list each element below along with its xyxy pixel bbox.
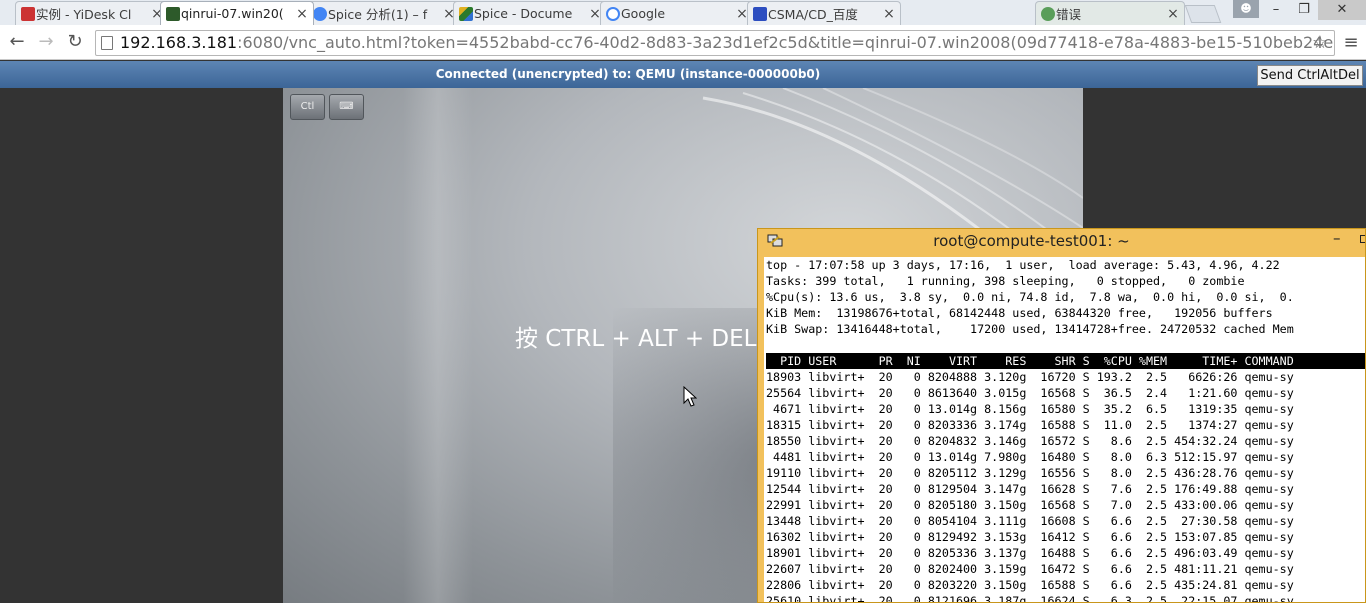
close-icon[interactable]: × — [295, 6, 309, 22]
url-host: 192.168.3.181 — [120, 33, 238, 52]
tab-spice-docs[interactable]: Spice - Docume × — [453, 1, 607, 25]
tab-spice-analysis[interactable]: Spice 分析(1) – f × — [307, 1, 461, 25]
keyboard-icon[interactable]: ⌨ — [329, 94, 364, 120]
new-tab-button[interactable] — [1184, 5, 1222, 23]
globe-icon — [313, 7, 327, 21]
process-row: 22607 libvirt+ 20 0 8202400 3.159g 16472… — [766, 562, 1294, 576]
tab-title: Google — [621, 6, 666, 21]
window-title: root@compute-test001: ~ — [933, 232, 1130, 250]
process-row: 25610 libvirt+ 20 0 8121696 3.187g 16624… — [766, 594, 1294, 603]
address-bar[interactable]: 192.168.3.181:6080/vnc_auto.html?token=4… — [95, 30, 1335, 56]
process-row: 18903 libvirt+ 20 0 8204888 3.120g 16720… — [766, 370, 1294, 384]
close-icon[interactable]: × — [882, 6, 896, 22]
send-ctrl-alt-del-button[interactable]: Send CtrlAltDel — [1257, 65, 1363, 86]
tab-strip: 实例 - YiDesk Cl × qinrui-07.win20( × Spic… — [0, 0, 1366, 25]
tab-error[interactable]: 错误 × — [1035, 1, 1185, 25]
wallpaper-streak — [403, 88, 473, 603]
process-row: 18901 libvirt+ 20 0 8205336 3.137g 16488… — [766, 546, 1294, 560]
top-summary: top - 17:07:58 up 3 days, 17:16, 1 user,… — [764, 257, 1365, 353]
bookmark-star-icon[interactable]: ☆ — [1312, 31, 1328, 55]
restore-button[interactable]: ❐ — [1290, 0, 1318, 20]
process-row: 25564 libvirt+ 20 0 8613640 3.015g 16568… — [766, 386, 1294, 400]
tab-google[interactable]: Google × — [600, 1, 754, 25]
close-icon[interactable]: × — [1166, 6, 1180, 22]
tab-novnc[interactable]: qinrui-07.win20( × — [160, 1, 314, 25]
menu-icon[interactable]: ≡ — [1340, 32, 1362, 54]
process-row: 18315 libvirt+ 20 0 8203336 3.174g 16588… — [766, 418, 1294, 432]
process-row: 4671 libvirt+ 20 0 13.014g 8.156g 16580 … — [766, 402, 1294, 416]
summary-line: top - 17:07:58 up 3 days, 17:16, 1 user,… — [766, 258, 1280, 272]
drive-icon — [459, 7, 473, 21]
process-row: 16302 libvirt+ 20 0 8129492 3.153g 16412… — [766, 530, 1294, 544]
forward-button[interactable]: → — [35, 32, 57, 54]
page-icon — [101, 36, 113, 50]
tab-title: 实例 - YiDesk Cl — [36, 7, 132, 22]
tab-csma[interactable]: CSMA/CD_百度 × — [747, 1, 901, 25]
ctl-button[interactable]: Ctl — [290, 94, 325, 120]
tab-title: Spice 分析(1) – f — [328, 7, 428, 22]
process-table: 18903 libvirt+ 20 0 8204888 3.120g 16720… — [764, 369, 1365, 603]
tab-yidesk[interactable]: 实例 - YiDesk Cl × — [15, 1, 169, 25]
tab-title: CSMA/CD_百度 — [768, 7, 858, 22]
close-window-button[interactable]: ✕ — [1318, 0, 1366, 20]
process-table-header: PID USER PR NI VIRT RES SHR S %CPU %MEM … — [766, 353, 1365, 369]
summary-line: %Cpu(s): 13.6 us, 3.8 sy, 0.0 ni, 74.8 i… — [766, 290, 1294, 304]
tab-title: Spice - Docume — [474, 6, 573, 21]
url-rest: :6080/vnc_auto.html?token=4552babd-cc76-… — [237, 33, 1335, 52]
summary-line: Tasks: 399 total, 1 running, 398 sleepin… — [766, 274, 1245, 288]
process-row: 12544 libvirt+ 20 0 8129504 3.147g 16628… — [766, 482, 1294, 496]
vnc-status-bar: Connected (unencrypted) to: QEMU (instan… — [0, 61, 1366, 88]
maximize-button[interactable] — [1360, 235, 1365, 243]
error-icon — [1041, 7, 1055, 21]
process-row: 19110 libvirt+ 20 0 8205112 3.129g 16556… — [766, 466, 1294, 480]
process-row: 18550 libvirt+ 20 0 8204832 3.146g 16572… — [766, 434, 1294, 448]
minimize-button[interactable]: – — [1262, 0, 1290, 20]
process-row: 13448 libvirt+ 20 0 8054104 3.111g 16608… — [766, 514, 1294, 528]
back-button[interactable]: ← — [6, 32, 28, 54]
summary-line: KiB Mem: 13198676+total, 68142448 used, … — [766, 306, 1273, 320]
process-row: 4481 libvirt+ 20 0 13.014g 7.980g 16480 … — [766, 450, 1294, 464]
google-icon — [606, 7, 620, 21]
stop-icon — [21, 7, 35, 21]
terminal-output[interactable]: top - 17:07:58 up 3 days, 17:16, 1 user,… — [764, 257, 1365, 603]
user-icon[interactable]: ☻ — [1233, 0, 1259, 18]
novnc-icon — [166, 7, 180, 21]
tab-title: qinrui-07.win20( — [181, 6, 284, 21]
putty-window[interactable]: root@compute-test001: ~ – top - 17:07:58… — [757, 228, 1366, 603]
browser-toolbar: ← → ↻ 192.168.3.181:6080/vnc_auto.html?t… — [0, 25, 1366, 60]
process-row: 22806 libvirt+ 20 0 8203220 3.150g 16588… — [766, 578, 1294, 592]
tab-title: 错误 — [1056, 7, 1082, 22]
minimize-button[interactable]: – — [1333, 229, 1341, 247]
mouse-pointer-icon — [683, 386, 697, 407]
process-row: 22991 libvirt+ 20 0 8205180 3.150g 16568… — [766, 498, 1294, 512]
vnc-status-text: Connected (unencrypted) to: QEMU (instan… — [435, 67, 821, 81]
baidu-icon — [753, 7, 767, 21]
reload-button[interactable]: ↻ — [64, 32, 86, 54]
summary-line: KiB Swap: 13416448+total, 17200 used, 13… — [766, 322, 1294, 336]
ctrl-alt-del-prompt: 按 CTRL + ALT + DEL — [515, 326, 757, 352]
